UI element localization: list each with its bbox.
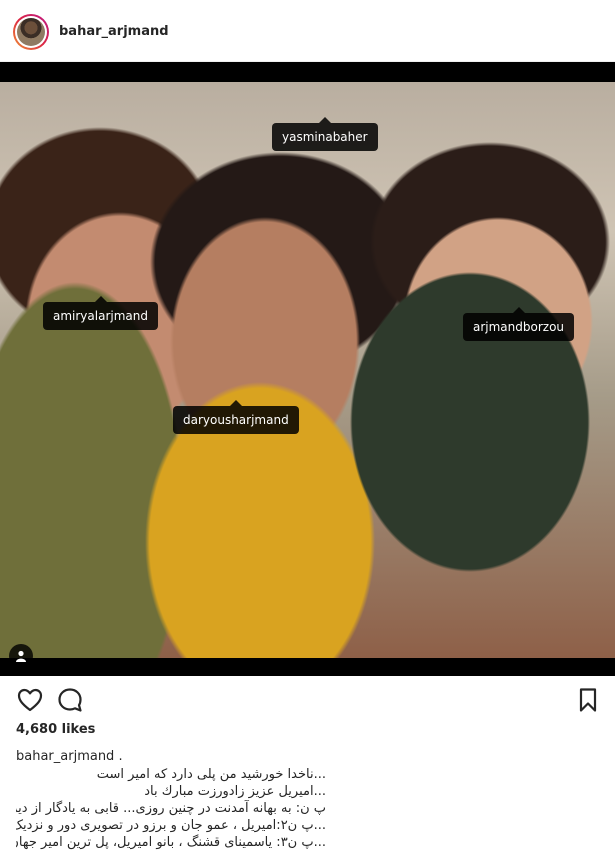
caption-username[interactable]: bahar_arjmand . [16,749,123,764]
photo-tag-arjmandborzou[interactable]: arjmandborzou [463,307,575,341]
heart-icon[interactable] [16,686,44,714]
avatar[interactable] [13,14,49,50]
caption-line: پ ن: به بهانه آمدنت در چنين روزی... قابی… [16,801,326,816]
caption-line: ...پ ن۳: ياسمينای قشنگ ، بانو اميريل، پل… [16,835,326,850]
caption-line: ...ناخدا خورشيد من پلی دارد كه امير است [96,767,326,782]
avatar-photo [17,18,45,46]
photo-tag-amiryalarjmand[interactable]: amiryalarjmand [43,296,158,330]
caption-line: ...اميريل عزيز زادورزت مبارك باد [144,784,326,799]
bookmark-icon[interactable] [574,686,602,714]
post-header: bahar_arjmand [0,0,615,62]
caption-line: ...پ ن۲:اميريل ، عمو جان و برزو در تصوير… [16,818,326,833]
comment-icon[interactable] [56,686,84,714]
photo-tag-daryousharjmand[interactable]: daryousharjmand [173,400,299,434]
avatar-border [15,16,47,48]
photo-tag-yasminabaher[interactable]: yasminabaher [272,117,378,151]
likes-count[interactable]: 4,680 likes [16,722,95,737]
post-media: yasminabaher amiryalarjmand arjmandborzo… [0,62,615,676]
user-icon[interactable] [9,644,33,668]
username-link[interactable]: bahar_arjmand [59,24,169,39]
post-actions [0,676,615,721]
post-photo[interactable]: yasminabaher amiryalarjmand arjmandborzo… [0,82,615,658]
caption-text: ...ناخدا خورشيد من پلی دارد كه امير است … [16,766,606,851]
